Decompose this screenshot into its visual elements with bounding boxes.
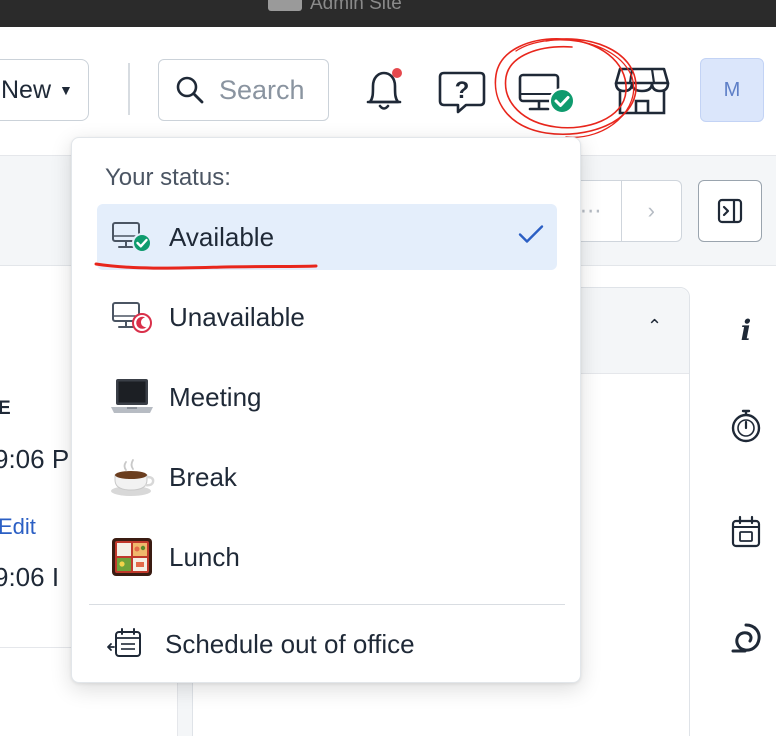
help-icon[interactable]: ? bbox=[436, 67, 488, 115]
svg-text:?: ? bbox=[455, 77, 470, 104]
info-icon[interactable]: i bbox=[726, 310, 766, 350]
status-available-icon[interactable] bbox=[514, 67, 580, 117]
status-option-meeting[interactable]: Meeting bbox=[97, 364, 557, 430]
status-option-label: Unavailable bbox=[169, 301, 305, 332]
svg-text:i: i bbox=[741, 314, 752, 346]
schedule-out-of-office-label: Schedule out of office bbox=[165, 628, 415, 659]
avatar[interactable]: M bbox=[700, 58, 764, 122]
search-input[interactable]: Search bbox=[158, 59, 329, 121]
chevron-up-icon[interactable]: ⌃ bbox=[647, 316, 662, 337]
desktop-check-icon bbox=[109, 214, 155, 260]
panel-toggle-button[interactable] bbox=[698, 180, 762, 242]
bell-icon[interactable] bbox=[360, 64, 408, 116]
window-title: Admin Site bbox=[310, 0, 402, 14]
desktop-moon-icon bbox=[109, 294, 155, 340]
right-rail: i bbox=[690, 266, 776, 736]
window-titlebar: Admin Site bbox=[0, 0, 776, 27]
app-icon bbox=[268, 0, 302, 11]
checkmark-icon bbox=[517, 224, 545, 251]
calendar-schedule-icon bbox=[105, 624, 145, 664]
stopwatch-icon[interactable] bbox=[726, 406, 766, 446]
search-placeholder: Search bbox=[219, 74, 305, 105]
field-value-time: 9:06 I bbox=[0, 562, 60, 592]
header-divider bbox=[128, 63, 130, 115]
status-option-break[interactable]: Break bbox=[97, 444, 557, 510]
status-option-unavailable[interactable]: Unavailable bbox=[97, 284, 557, 350]
menu-divider bbox=[89, 604, 565, 605]
new-button[interactable]: New ▼ bbox=[0, 59, 89, 121]
field-label: E bbox=[0, 398, 11, 419]
laptop-emoji bbox=[109, 374, 155, 420]
status-menu-heading: Your status: bbox=[105, 164, 231, 191]
swirl-icon[interactable] bbox=[726, 618, 766, 658]
calendar-note-icon[interactable] bbox=[726, 512, 766, 552]
field-value-time: 9:06 P bbox=[0, 444, 70, 474]
status-option-available[interactable]: Available bbox=[97, 204, 557, 270]
avatar-initial: M bbox=[723, 78, 741, 101]
new-button-label: New bbox=[1, 75, 52, 104]
chevron-right-icon[interactable]: › bbox=[620, 181, 682, 241]
status-option-label: Lunch bbox=[169, 541, 240, 572]
store-icon[interactable] bbox=[612, 63, 672, 117]
status-menu: Your status: Available Unavailable Meeti… bbox=[71, 137, 581, 683]
sidebar-toggle-icon bbox=[717, 198, 743, 224]
schedule-out-of-office-button[interactable]: Schedule out of office bbox=[97, 616, 557, 672]
status-option-label: Meeting bbox=[169, 381, 262, 412]
status-option-lunch[interactable]: Lunch bbox=[97, 524, 557, 590]
search-icon bbox=[176, 76, 204, 104]
status-option-label: Available bbox=[169, 221, 275, 252]
status-option-label: Break bbox=[169, 461, 237, 492]
bento-emoji bbox=[109, 534, 155, 580]
coffee-emoji bbox=[109, 454, 155, 500]
edit-link[interactable]: Edit bbox=[0, 514, 36, 540]
chevron-down-icon: ▼ bbox=[59, 82, 73, 98]
